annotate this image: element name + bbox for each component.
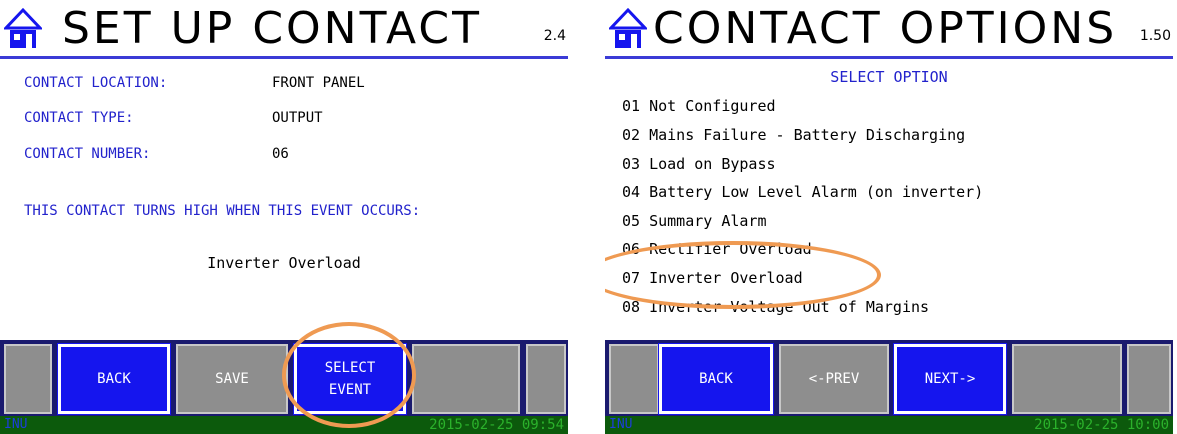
save-button[interactable]: SAVE [176, 344, 288, 414]
option-item-selected[interactable]: 07 Inverter Overload [622, 269, 803, 287]
select-option-heading: SELECT OPTION [830, 68, 948, 86]
version-label: 2.4 [543, 28, 566, 44]
status-bar: INU 2015-02-25 09:54 [0, 416, 568, 434]
contact-location-label: CONTACT LOCATION: [24, 75, 168, 91]
blank-button-right[interactable] [412, 344, 520, 414]
blank-button-right[interactable] [1012, 344, 1122, 414]
blank-button-left[interactable] [4, 344, 52, 414]
title-divider [0, 56, 568, 59]
blank-button-left[interactable] [609, 344, 659, 414]
option-item[interactable]: 06 Rectifier Overload [622, 240, 812, 258]
datetime: 2015-02-25 10:00 [1034, 417, 1169, 433]
home-icon[interactable] [609, 6, 647, 52]
option-item[interactable]: 05 Summary Alarm [622, 212, 767, 230]
page-title: SET UP CONTACT [62, 3, 482, 54]
select-event-label-line2: EVENT [328, 382, 372, 398]
page-title: CONTACT OPTIONS [653, 3, 1118, 54]
setup-contact-screen: SET UP CONTACT 2.4 CONTACT LOCATION: FRO… [0, 0, 568, 434]
title-bar: SET UP CONTACT 2.4 [0, 0, 568, 62]
option-item[interactable]: 01 Not Configured [622, 97, 776, 115]
datetime: 2015-02-25 09:54 [429, 417, 564, 433]
button-bar: BACK <-PREV NEXT-> [605, 340, 1173, 416]
blank-button-edge[interactable] [1127, 344, 1171, 414]
next-button[interactable]: NEXT-> [893, 343, 1007, 415]
title-bar: CONTACT OPTIONS 1.50 [605, 0, 1173, 62]
event-heading: THIS CONTACT TURNS HIGH WHEN THIS EVENT … [24, 203, 421, 219]
home-icon[interactable] [4, 6, 42, 52]
version-label: 1.50 [1139, 28, 1171, 44]
select-event-label-line1: SELECT [324, 360, 376, 376]
back-button[interactable]: BACK [658, 343, 774, 415]
contact-number-value: 06 [272, 146, 289, 162]
save-button-label: SAVE [215, 371, 249, 387]
status-bar: INU 2015-02-25 10:00 [605, 416, 1173, 434]
option-item[interactable]: 08 Inverter Voltage Out of Margins [622, 298, 929, 316]
blank-button-edge[interactable] [526, 344, 566, 414]
contact-type-label: CONTACT TYPE: [24, 110, 134, 126]
back-button-label: BACK [97, 371, 131, 387]
title-divider [605, 56, 1173, 59]
back-button-label: BACK [699, 371, 733, 387]
selected-event-name: Inverter Overload [207, 254, 361, 272]
contact-options-screen: CONTACT OPTIONS 1.50 SELECT OPTION 01 No… [605, 0, 1173, 434]
contact-location-value: FRONT PANEL [272, 75, 365, 91]
option-item[interactable]: 03 Load on Bypass [622, 155, 776, 173]
button-bar: BACK SAVE SELECT EVENT [0, 340, 568, 416]
option-item[interactable]: 02 Mains Failure - Battery Discharging [622, 126, 965, 144]
mode-indicator: INU [4, 417, 28, 432]
select-event-button[interactable]: SELECT EVENT [293, 343, 407, 415]
option-item[interactable]: 04 Battery Low Level Alarm (on inverter) [622, 183, 983, 201]
back-button[interactable]: BACK [57, 343, 171, 415]
contact-type-value: OUTPUT [272, 110, 323, 126]
next-button-label: NEXT-> [924, 371, 976, 387]
mode-indicator: INU [609, 417, 633, 432]
contact-number-label: CONTACT NUMBER: [24, 146, 151, 162]
prev-button-label: <-PREV [808, 371, 860, 387]
prev-button[interactable]: <-PREV [779, 344, 889, 414]
